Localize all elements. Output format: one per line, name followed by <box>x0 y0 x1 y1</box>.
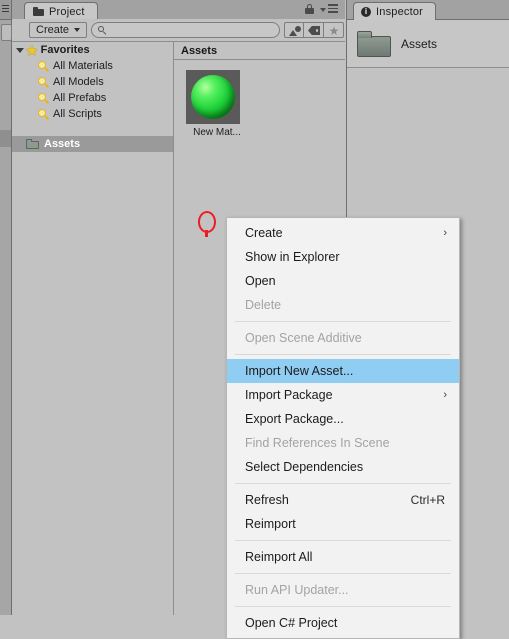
create-button-label: Create <box>36 24 70 36</box>
tree-item-all-materials-label: All Materials <box>53 60 113 72</box>
unity-editor-window: Project Create ★ ★ Favorites All Materia… <box>0 0 509 639</box>
chevron-right-icon: › <box>443 227 447 239</box>
tree-item-assets[interactable]: Assets <box>12 136 173 152</box>
magnifier-icon <box>38 60 49 73</box>
adjacent-panel-sliver <box>0 0 12 615</box>
folder-icon <box>26 139 39 149</box>
tree-item-favorites-label: Favorites <box>40 44 90 56</box>
breadcrumb: Assets <box>174 42 345 60</box>
menu-item-label: Open Scene Additive <box>245 331 362 345</box>
chevron-right-icon: › <box>443 389 447 401</box>
menu-separator <box>235 483 451 484</box>
menu-item-reimport[interactable]: Reimport <box>227 512 459 536</box>
menu-item-label: Reimport All <box>245 550 313 564</box>
context-menu: Create › Show in Explorer Open Delete Open Sc… <box>226 217 460 639</box>
tree-item-all-prefabs[interactable]: All Prefabs <box>12 90 173 106</box>
menu-item-find-references-in-scene: Find References In Scene <box>227 431 459 455</box>
tab-project-label: Project <box>49 5 85 18</box>
menu-item-delete: Delete <box>227 293 459 317</box>
menu-item-import-package[interactable]: Import Package › <box>227 383 459 407</box>
tree-item-all-models[interactable]: All Models <box>12 74 173 90</box>
menu-item-label: Show in Explorer <box>245 250 340 264</box>
menu-separator <box>235 321 451 322</box>
tree-item-all-scripts[interactable]: All Scripts <box>12 106 173 122</box>
star-icon: ★ <box>328 24 340 38</box>
filter-button-group: ★ <box>284 22 344 38</box>
menu-item-label: Import New Asset... <box>245 364 354 378</box>
search-input[interactable] <box>91 22 280 38</box>
tree-item-all-materials[interactable]: All Materials <box>12 58 173 74</box>
menu-item-label: Find References In Scene <box>245 436 390 450</box>
tree-item-assets-label: Assets <box>44 138 81 150</box>
filter-by-type-button[interactable] <box>284 22 304 38</box>
chevron-down-icon <box>74 28 81 32</box>
create-button[interactable]: Create <box>29 22 88 38</box>
filter-by-label-button[interactable] <box>304 22 324 38</box>
menu-separator <box>235 606 451 607</box>
menu-item-run-api-updater: Run API Updater... <box>227 578 459 602</box>
panel-menu-icon[interactable] <box>320 4 338 14</box>
menu-item-label: Create <box>245 226 283 240</box>
tag-icon <box>308 26 320 35</box>
menu-item-show-in-explorer[interactable]: Show in Explorer <box>227 245 459 269</box>
menu-item-label: Open C# Project <box>245 616 338 630</box>
project-toolbar: Create ★ <box>12 19 345 42</box>
shapes-icon <box>289 26 301 36</box>
menu-item-export-package[interactable]: Export Package... <box>227 407 459 431</box>
search-icon <box>98 26 107 35</box>
menu-item-label: Export Package... <box>245 412 344 426</box>
folder-icon <box>33 7 44 16</box>
tree-item-all-models-label: All Models <box>53 76 104 88</box>
asset-grid: New Mat... <box>174 60 345 138</box>
magnifier-icon <box>38 108 49 121</box>
magnifier-icon <box>38 76 49 89</box>
hamburger-menu-icon[interactable] <box>2 5 9 12</box>
menu-item-label: Open <box>245 274 276 288</box>
project-tree-pane: ★ Favorites All Materials All Models All… <box>12 42 174 615</box>
inspector-header: Assets <box>347 20 509 68</box>
menu-separator <box>235 540 451 541</box>
project-tabstrip: Project <box>12 0 345 20</box>
menu-separator <box>235 354 451 355</box>
inspector-tabstrip: i Inspector <box>347 0 509 20</box>
folder-icon <box>357 30 391 57</box>
chevron-down-icon[interactable] <box>16 47 24 53</box>
tab-project[interactable]: Project <box>24 2 98 20</box>
menu-item-label: Run API Updater... <box>245 583 349 597</box>
menu-item-label: Reimport <box>245 517 296 531</box>
menu-item-reimport-all[interactable]: Reimport All <box>227 545 459 569</box>
menu-item-create[interactable]: Create › <box>227 221 459 245</box>
asset-item-new-material[interactable]: New Mat... <box>186 70 248 138</box>
asset-item-label: New Mat... <box>193 127 241 138</box>
tab-inspector[interactable]: i Inspector <box>353 2 437 20</box>
magnifier-icon <box>38 92 49 105</box>
menu-item-open-scene-additive: Open Scene Additive <box>227 326 459 350</box>
menu-item-open[interactable]: Open <box>227 269 459 293</box>
tree-item-favorites[interactable]: ★ Favorites <box>12 42 173 58</box>
menu-item-label: Delete <box>245 298 282 312</box>
lock-icon[interactable] <box>305 4 314 14</box>
adjacent-panel-field <box>1 24 12 41</box>
filter-favorites-button[interactable]: ★ <box>324 22 344 38</box>
material-sphere-icon <box>186 70 240 124</box>
menu-separator <box>235 573 451 574</box>
menu-item-refresh[interactable]: Refresh Ctrl+R <box>227 488 459 512</box>
menu-item-label: Select Dependencies <box>245 460 364 474</box>
inspector-header-title: Assets <box>401 36 438 51</box>
menu-item-label: Import Package <box>245 388 333 402</box>
adjacent-panel-selected-row <box>0 130 11 147</box>
star-icon: ★ <box>26 42 38 58</box>
tree-item-all-scripts-label: All Scripts <box>53 108 102 120</box>
breadcrumb-label: Assets <box>181 44 218 57</box>
menu-item-label: Refresh <box>245 493 289 507</box>
menu-item-select-dependencies[interactable]: Select Dependencies <box>227 455 459 479</box>
menu-item-import-new-asset[interactable]: Import New Asset... <box>227 359 459 383</box>
tree-item-all-prefabs-label: All Prefabs <box>53 92 107 104</box>
menu-item-shortcut: Ctrl+R <box>410 493 445 507</box>
tab-inspector-label: Inspector <box>376 5 424 18</box>
adjacent-panel-tabstrip <box>0 0 11 20</box>
info-icon: i <box>361 6 371 17</box>
